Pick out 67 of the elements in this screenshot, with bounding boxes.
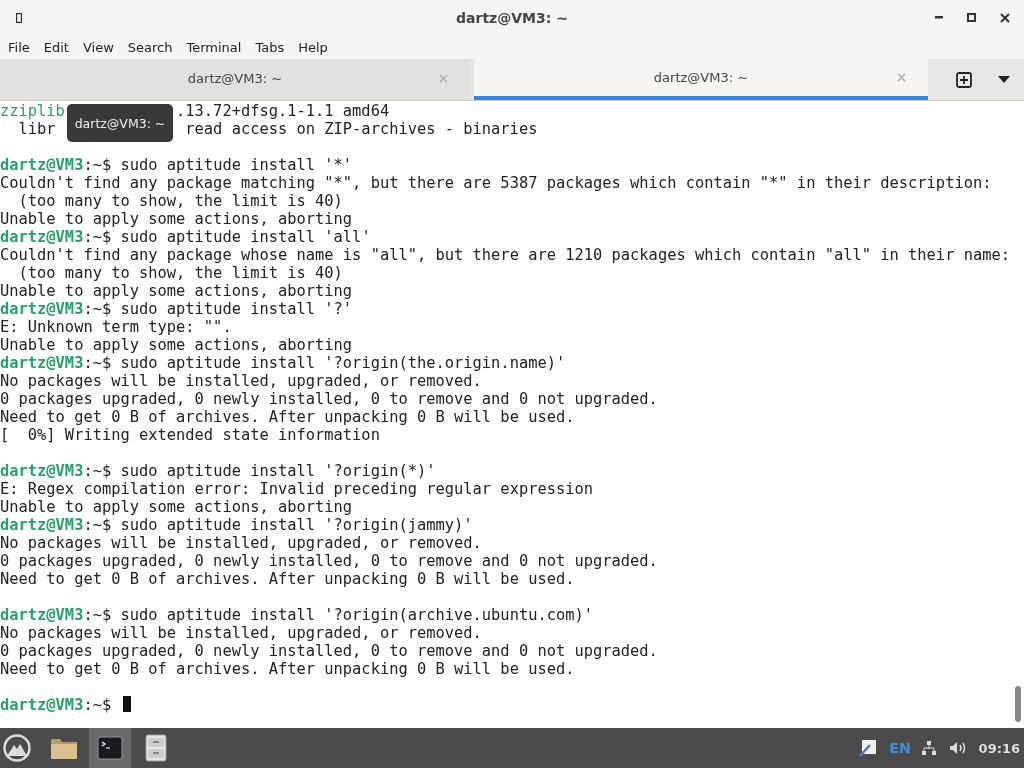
output-line: Unable to apply some actions, aborting	[0, 210, 353, 228]
package-name: zziplib	[0, 102, 65, 120]
tab[interactable]: dartz@VM3: ~	[474, 59, 928, 100]
terminal-icon	[97, 736, 123, 760]
clock[interactable]: 09:16	[978, 740, 1020, 756]
window-menu-icon[interactable]	[16, 12, 22, 23]
menu-item[interactable]: View	[75, 39, 121, 55]
close-icon[interactable]	[1000, 12, 1010, 23]
prompt-user: dartz@VM3	[0, 516, 84, 534]
command-line: :~$ sudo aptitude install '?origin(the.origin.name)'	[83, 354, 566, 372]
output-line: No packages will be installed, upgraded, or removed.	[0, 534, 482, 552]
command-line: :~$	[83, 696, 113, 714]
dropdown-icon[interactable]	[998, 76, 1010, 83]
network-icon[interactable]	[920, 740, 937, 756]
mountain-logo-icon[interactable]	[3, 734, 31, 762]
output-line: 0 packages upgraded, 0 newly installed, 0 to remove and 0 not upgraded.	[0, 552, 658, 570]
output-line: (too many to show, the limit is 40)	[17, 192, 343, 210]
prompt-user: dartz@VM3	[0, 300, 84, 318]
output-line: Need to get 0 B of archives. After unpacking 0 B will be used.	[0, 408, 575, 426]
new-tab-icon[interactable]	[956, 71, 972, 88]
output-text: .13.72+dfsg.1-1.1 amd64	[176, 102, 390, 120]
file-cabinet-icon	[145, 734, 167, 762]
command-line: :~$ sudo aptitude install '?'	[83, 300, 353, 318]
maximize-icon[interactable]	[967, 13, 976, 22]
output-line: Couldn't find any package whose name is "all", but there are 1210 packages which contain "all" in their name:	[0, 246, 1010, 264]
menu-item[interactable]: Search	[120, 39, 180, 55]
menu-item[interactable]: Tabs	[248, 39, 292, 55]
tooltip: dartz@VM3: ~	[67, 104, 173, 142]
prompt-user: dartz@VM3	[0, 462, 84, 480]
output-line: 0 packages upgraded, 0 newly installed, 0 to remove and 0 not upgraded.	[0, 390, 658, 408]
prompt-user: dartz@VM3	[0, 696, 84, 714]
pen-icon[interactable]	[859, 739, 878, 757]
command-line: :~$ sudo aptitude install 'all'	[83, 228, 371, 246]
prompt-user: dartz@VM3	[0, 156, 84, 174]
output-text: libr	[17, 120, 56, 138]
output-line: 0 packages upgraded, 0 newly installed, 0 to remove and 0 not upgraded.	[0, 642, 658, 660]
scrollbar-thumb[interactable]	[1015, 686, 1021, 722]
taskbar-app[interactable]	[89, 728, 131, 768]
command-line: :~$ sudo aptitude install '?origin(jammy)'	[83, 516, 473, 534]
folder-icon	[50, 736, 78, 760]
output-line: Unable to apply some actions, aborting	[0, 498, 353, 516]
prompt-user: dartz@VM3	[0, 228, 84, 246]
prompt-user: dartz@VM3	[0, 606, 84, 624]
menu-item[interactable]: Edit	[36, 39, 76, 55]
output-line: Unable to apply some actions, aborting	[0, 336, 353, 354]
minimize-icon[interactable]	[935, 16, 943, 19]
output-line: [ 0%] Writing extended state information	[0, 426, 380, 444]
output-line: Need to get 0 B of archives. After unpacking 0 B will be used.	[0, 570, 575, 588]
prompt-user: dartz@VM3	[0, 354, 84, 372]
menu-item[interactable]: Terminal	[179, 39, 249, 55]
output-line: (too many to show, the limit is 40)	[17, 264, 343, 282]
window-title: dartz@VM3: ~	[455, 9, 569, 26]
menu-item[interactable]: File	[1, 39, 37, 55]
menu-item[interactable]: Help	[291, 39, 335, 55]
output-line: Couldn't find any package matching "*", but there are 5387 packages which contain "*" in their description:	[0, 174, 992, 192]
output-line: Unable to apply some actions, aborting	[0, 282, 353, 300]
command-line: :~$ sudo aptitude install '*'	[83, 156, 353, 174]
command-line: :~$ sudo aptitude install '?origin(*)'	[83, 462, 436, 480]
output-text: read access on ZIP-archives - binaries	[184, 120, 538, 138]
output-line: E: Regex compilation error: Invalid preceding regular expression	[0, 480, 594, 498]
tab[interactable]: dartz@VM3: ~	[0, 59, 470, 100]
output-line: E: Unknown term type: "".	[0, 318, 232, 336]
output-line: No packages will be installed, upgraded, or removed.	[0, 624, 482, 642]
volume-icon[interactable]	[948, 741, 967, 755]
output-line: No packages will be installed, upgraded, or removed.	[0, 372, 482, 390]
output-line: Need to get 0 B of archives. After unpacking 0 B will be used.	[0, 660, 575, 678]
command-line: :~$ sudo aptitude install '?origin(archive.ubuntu.com)'	[83, 606, 594, 624]
